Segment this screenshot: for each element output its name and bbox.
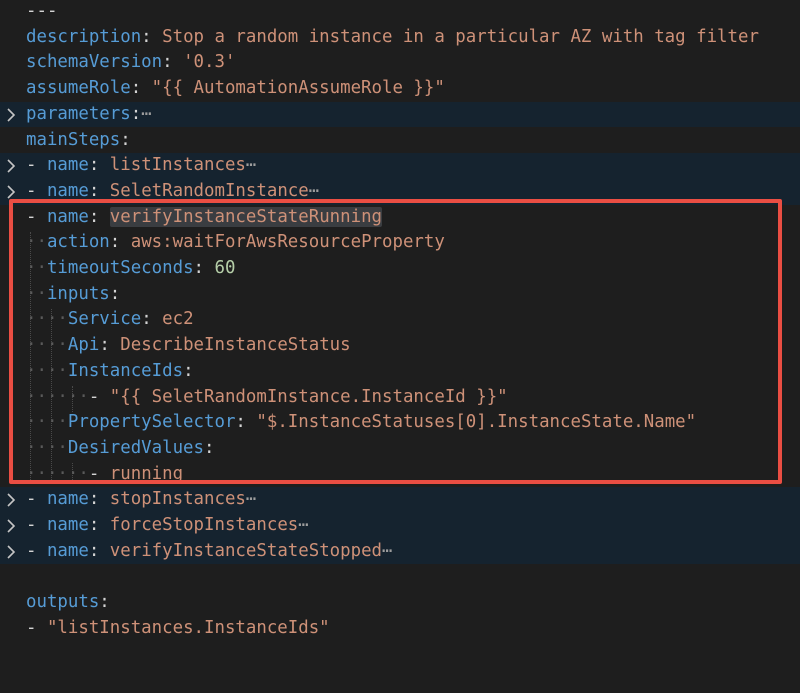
code-line[interactable]: outputs: bbox=[0, 590, 800, 616]
code-line[interactable]: ····PropertySelector: "$.InstanceStatuse… bbox=[0, 410, 800, 436]
outputs-key: outputs bbox=[26, 592, 100, 613]
assume-role-value: "{{ AutomationAssumeRole }}" bbox=[151, 78, 445, 99]
chevron-right-icon bbox=[7, 159, 16, 173]
code-line[interactable]: description: Stop a random instance in a… bbox=[0, 25, 800, 51]
parameters-key: parameters bbox=[26, 103, 131, 124]
fold-toggle[interactable] bbox=[0, 102, 22, 128]
step-name: verifyInstanceStateStopped bbox=[109, 540, 383, 561]
timeout-seconds-key: timeoutSeconds bbox=[46, 258, 194, 278]
folded-line-step[interactable]: - name: forceStopInstances⋯ bbox=[0, 513, 800, 539]
code-line[interactable]: schemaVersion: '0.3' bbox=[0, 50, 800, 76]
schema-version-value: '0.3' bbox=[183, 52, 236, 73]
fold-ellipsis[interactable]: ⋯ bbox=[382, 541, 392, 561]
fold-ellipsis[interactable]: ⋯ bbox=[246, 489, 256, 509]
folded-line-step[interactable]: - name: stopInstances⋯ bbox=[0, 487, 800, 513]
main-steps-key: mainSteps bbox=[26, 129, 121, 150]
chevron-right-icon bbox=[7, 519, 16, 533]
code-line[interactable]: ····InstanceIds: bbox=[0, 359, 800, 385]
inputs-key: inputs bbox=[46, 283, 110, 304]
code-editor[interactable]: --- description: Stop a random instance … bbox=[0, 0, 800, 661]
document-start: --- bbox=[26, 1, 58, 21]
code-line[interactable]: - name: verifyInstanceStateRunning bbox=[0, 205, 800, 231]
description-key: description bbox=[26, 26, 142, 47]
name-key: name bbox=[46, 206, 89, 227]
fold-ellipsis[interactable]: ⋯ bbox=[141, 104, 151, 124]
action-value: aws:waitForAwsResourceProperty bbox=[130, 232, 445, 253]
code-line[interactable]: ··inputs: bbox=[0, 282, 800, 308]
instance-ids-key: InstanceIds bbox=[67, 360, 184, 381]
folded-line-parameters[interactable]: parameters:⋯ bbox=[0, 101, 800, 128]
step-name: forceStopInstances bbox=[109, 515, 299, 535]
code-line[interactable]: ····DesiredValues: bbox=[0, 436, 800, 462]
action-key: action bbox=[46, 232, 110, 253]
step-name-selected[interactable]: verifyInstanceStateRunning bbox=[109, 206, 383, 227]
assume-role-key: assumeRole bbox=[26, 78, 131, 99]
name-key: name bbox=[46, 489, 89, 510]
code-line-empty[interactable] bbox=[0, 564, 800, 590]
outputs-item: "listInstances.InstanceIds" bbox=[46, 617, 330, 638]
timeout-seconds-value: 60 bbox=[214, 258, 236, 278]
code-line[interactable]: assumeRole: "{{ AutomationAssumeRole }}" bbox=[0, 76, 800, 102]
code-line[interactable]: - "listInstances.InstanceIds" bbox=[0, 616, 800, 642]
folded-line-step[interactable]: - name: SeletRandomInstance⋯ bbox=[0, 178, 800, 205]
folded-line-step[interactable]: - name: verifyInstanceStateStopped⋯ bbox=[0, 538, 800, 565]
folded-line-step[interactable]: - name: listInstances⋯ bbox=[0, 153, 800, 179]
fold-ellipsis[interactable]: ⋯ bbox=[298, 515, 308, 535]
step-name: stopInstances bbox=[109, 489, 246, 510]
code-line[interactable]: mainSteps: bbox=[0, 128, 800, 154]
api-value: DescribeInstanceStatus bbox=[120, 335, 351, 356]
code-line[interactable]: ····Api: DescribeInstanceStatus bbox=[0, 333, 800, 359]
service-value: ec2 bbox=[162, 309, 194, 330]
fold-ellipsis[interactable]: ⋯ bbox=[309, 181, 319, 201]
code-line[interactable]: ······- running bbox=[0, 462, 800, 488]
fold-ellipsis[interactable]: ⋯ bbox=[246, 155, 256, 175]
chevron-right-icon bbox=[7, 493, 16, 507]
description-value: Stop a random instance in a particular A… bbox=[162, 26, 759, 47]
code-line[interactable]: ··timeoutSeconds: 60 bbox=[0, 256, 800, 282]
code-line[interactable]: --- bbox=[0, 0, 800, 25]
desired-values-key: DesiredValues bbox=[67, 437, 205, 458]
desired-values-item: running bbox=[109, 463, 184, 484]
code-line[interactable]: ······- "{{ SeletRandomInstance.Instance… bbox=[0, 385, 800, 411]
api-key: Api bbox=[67, 335, 100, 356]
name-key: name bbox=[46, 180, 89, 201]
chevron-right-icon bbox=[7, 185, 16, 199]
schema-version-key: schemaVersion bbox=[26, 52, 163, 73]
chevron-right-icon bbox=[7, 544, 16, 559]
name-key: name bbox=[46, 540, 89, 561]
fold-toggle[interactable] bbox=[0, 487, 22, 513]
fold-toggle[interactable] bbox=[0, 539, 22, 565]
property-selector-key: PropertySelector bbox=[67, 412, 236, 433]
property-selector-value: "$.InstanceStatuses[0].InstanceState.Nam… bbox=[256, 412, 697, 433]
fold-toggle[interactable] bbox=[0, 153, 22, 179]
name-key: name bbox=[46, 515, 89, 535]
service-key: Service bbox=[67, 309, 142, 330]
name-key: name bbox=[46, 155, 89, 176]
step-name: listInstances bbox=[109, 155, 246, 176]
fold-toggle[interactable] bbox=[0, 513, 22, 539]
fold-toggle[interactable] bbox=[0, 179, 22, 205]
code-line[interactable]: ····Service: ec2 bbox=[0, 307, 800, 333]
chevron-right-icon bbox=[7, 108, 16, 122]
code-line[interactable]: ··action: aws:waitForAwsResourceProperty bbox=[0, 230, 800, 256]
instance-ids-item: "{{ SeletRandomInstance.InstanceId }}" bbox=[109, 386, 508, 407]
step-name: SeletRandomInstance bbox=[109, 180, 309, 201]
